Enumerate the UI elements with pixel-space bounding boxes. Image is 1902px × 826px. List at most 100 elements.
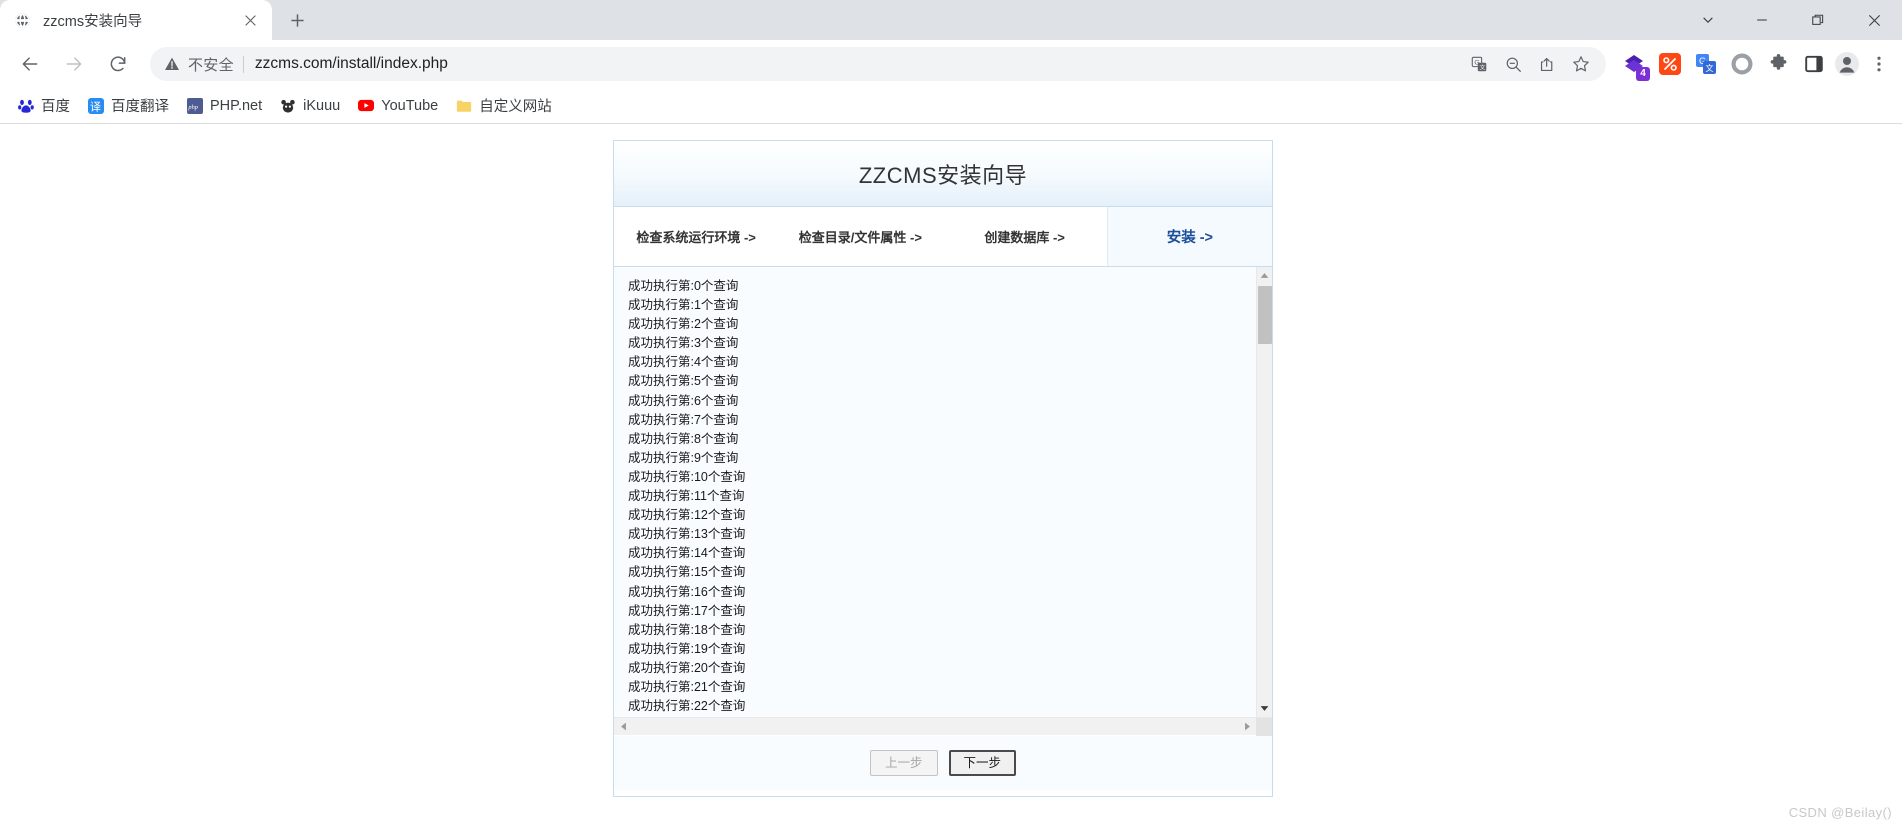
bookmark-baidu[interactable]: 百度 — [10, 93, 78, 119]
scrollbar-corner — [1256, 717, 1272, 736]
close-icon[interactable] — [240, 10, 260, 30]
horizontal-scrollbar[interactable] — [614, 717, 1272, 736]
bookmark-youtube[interactable]: YouTube — [350, 93, 446, 119]
share-icon[interactable] — [1532, 49, 1562, 79]
vertical-scroll-thumb[interactable] — [1257, 286, 1272, 344]
step-label: 检查系统运行环境 -> — [636, 230, 756, 245]
install-log-line: 成功执行第:15个查询 — [628, 565, 746, 580]
browser-tab[interactable]: zzcms安装向导 — [0, 0, 272, 40]
bookmarks-bar: 百度 译 百度翻译 php PHP.net iKuuu YouTube 自定义网… — [0, 88, 1902, 124]
ikuuu-icon — [280, 98, 296, 114]
baidu-icon — [18, 98, 34, 114]
bookmark-ikuuu[interactable]: iKuuu — [272, 93, 348, 119]
install-log-line: 成功执行第:22个查询 — [628, 699, 746, 714]
close-button[interactable] — [1846, 0, 1902, 40]
puzzle-extensions-icon[interactable] — [1762, 48, 1794, 80]
install-log-line: 成功执行第:3个查询 — [628, 336, 739, 351]
page-viewport: ZZCMS安装向导 检查系统运行环境 -> 检查目录/文件属性 -> 创建数据库… — [0, 124, 1902, 826]
step-install[interactable]: 安装 -> — [1106, 207, 1272, 266]
install-log-line: 成功执行第:21个查询 — [628, 679, 746, 694]
install-wizard-card: ZZCMS安装向导 检查系统运行环境 -> 检查目录/文件属性 -> 创建数据库… — [613, 140, 1273, 797]
bookmark-baidu-fanyi[interactable]: 译 百度翻译 — [80, 93, 177, 119]
install-log-line: 成功执行第:13个查询 — [628, 527, 746, 542]
circle-extension-icon[interactable] — [1726, 48, 1758, 80]
php-icon: php — [187, 97, 203, 114]
install-log-line: 成功执行第:8个查询 — [628, 431, 739, 446]
install-log-line: 成功执行第:0个查询 — [628, 279, 739, 293]
horizontal-scroll-track[interactable] — [632, 718, 1238, 736]
window-controls — [1682, 0, 1902, 40]
install-log-line: 成功执行第:18个查询 — [628, 622, 746, 637]
card-header: ZZCMS安装向导 — [614, 141, 1272, 207]
tab-title: zzcms安装向导 — [43, 13, 143, 30]
diamond-extension-icon[interactable]: 4 — [1618, 48, 1650, 81]
bookmark-label: 百度 — [41, 99, 70, 115]
bookmark-star-icon[interactable] — [1566, 49, 1596, 79]
install-log-line: 成功执行第:9个查询 — [628, 450, 739, 465]
divider — [242, 55, 244, 73]
folder-icon — [456, 98, 472, 114]
three-dots-icon[interactable] — [1864, 47, 1894, 81]
install-log-line: 成功执行第:20个查询 — [628, 660, 746, 675]
url-text: zzcms.com/install/index.php — [254, 55, 448, 72]
scroll-right-icon[interactable] — [1238, 718, 1256, 736]
warning-triangle-icon — [164, 56, 180, 72]
svg-text:文: 文 — [1706, 63, 1714, 73]
bookmark-label: iKuuu — [303, 97, 341, 114]
svg-text:php: php — [187, 104, 198, 111]
arrow-left-icon[interactable] — [13, 47, 47, 81]
install-log-panel: 成功执行第:0个查询 成功执行第:1个查询 成功执行第:2个查询 成功执行第:3个查询… — [614, 267, 1272, 736]
bookmark-php-net[interactable]: php PHP.net — [179, 93, 270, 119]
install-log-line: 成功执行第:5个查询 — [628, 374, 739, 389]
install-log-line: 成功执行第:10个查询 — [628, 469, 746, 484]
translate-icon[interactable]: G 文 — [1464, 49, 1494, 79]
tab-strip: zzcms安装向导 — [0, 0, 1902, 40]
install-log-line: 成功执行第:19个查询 — [628, 641, 746, 656]
maximize-button[interactable] — [1790, 0, 1846, 40]
address-bar[interactable]: 不安全 zzcms.com/install/index.php G 文 — [150, 47, 1606, 81]
page-title: ZZCMS安装向导 — [858, 162, 1028, 188]
install-log-line: 成功执行第:12个查询 — [628, 508, 746, 523]
vertical-scrollbar[interactable] — [1256, 267, 1272, 717]
watermark-text: CSDN @Beilay() — [1788, 805, 1892, 820]
youtube-icon — [358, 98, 375, 114]
bookmark-label: PHP.net — [210, 97, 263, 114]
reload-icon[interactable] — [101, 47, 135, 81]
vertical-scroll-track[interactable] — [1257, 284, 1273, 700]
minimize-button[interactable] — [1734, 0, 1790, 40]
wizard-button-bar: 上一步 下一步 — [614, 735, 1272, 790]
bookmark-label: YouTube — [381, 97, 439, 114]
baidu-fanyi-icon: 译 — [88, 97, 104, 114]
globe-icon — [14, 12, 31, 29]
side-panel-icon[interactable] — [1798, 48, 1830, 80]
new-tab-button[interactable] — [280, 3, 314, 37]
install-log-line: 成功执行第:17个查询 — [628, 603, 746, 618]
step-check-environment[interactable]: 检查系统运行环境 -> — [614, 207, 778, 266]
step-check-directory-permissions[interactable]: 检查目录/文件属性 -> — [778, 207, 942, 266]
step-label: 创建数据库 -> — [984, 230, 1065, 245]
tab-search-button[interactable] — [1682, 0, 1734, 40]
scroll-up-icon[interactable] — [1257, 267, 1273, 284]
install-log-lines: 成功执行第:0个查询 成功执行第:1个查询 成功执行第:2个查询 成功执行第:3个查询… — [614, 267, 1256, 717]
bookmark-folder-custom-sites[interactable]: 自定义网站 — [448, 93, 560, 119]
zoom-out-icon[interactable] — [1498, 49, 1528, 79]
svg-text:文: 文 — [1479, 63, 1485, 71]
browser-window: zzcms安装向导 不安全 zzcms.com/install/index.ph… — [0, 0, 1902, 826]
install-log-line: 成功执行第:2个查询 — [628, 317, 739, 332]
svg-text:译: 译 — [90, 100, 101, 113]
step-create-database[interactable]: 创建数据库 -> — [943, 207, 1107, 266]
next-step-button[interactable]: 下一步 — [948, 750, 1017, 776]
google-translate-extension-icon[interactable]: G 文 — [1690, 48, 1722, 80]
install-log-line: 成功执行第:16个查询 — [628, 584, 746, 599]
wizard-steps: 检查系统运行环境 -> 检查目录/文件属性 -> 创建数据库 -> 安装 -> — [614, 207, 1272, 267]
step-label: 安装 -> — [1166, 230, 1214, 246]
install-log-line: 成功执行第:4个查询 — [628, 355, 739, 370]
step-label: 检查目录/文件属性 -> — [798, 230, 922, 245]
scroll-down-icon[interactable] — [1257, 700, 1273, 717]
install-log-line: 成功执行第:6个查询 — [628, 393, 739, 408]
avatar[interactable] — [1830, 47, 1864, 81]
extensions-strip: 4 G 文 — [1614, 48, 1830, 81]
install-log-body: 成功执行第:0个查询 成功执行第:1个查询 成功执行第:2个查询 成功执行第:3个查询… — [614, 267, 1272, 717]
percent-extension-icon[interactable] — [1654, 48, 1686, 80]
scroll-left-icon[interactable] — [614, 718, 632, 736]
